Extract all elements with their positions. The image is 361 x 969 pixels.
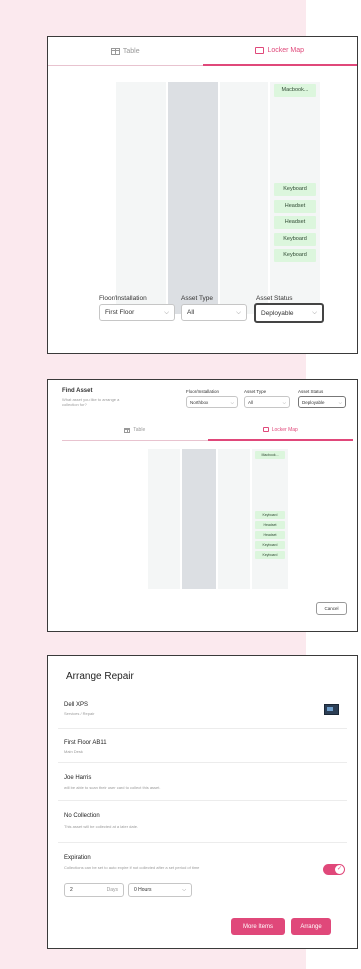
tab-label: Locker Map <box>271 426 298 433</box>
recipient-row: Joe Harris will be able to scan their us… <box>58 762 347 801</box>
asset-type-select[interactable]: All ⌵ <box>181 304 247 321</box>
tab-table[interactable]: Table <box>48 37 203 65</box>
chevron-down-icon: ⌵ <box>338 399 342 405</box>
view-tabs: Table Locker Map <box>48 37 357 66</box>
recipient-detail: will be able to scan their user card to … <box>64 785 161 790</box>
locker-column-middle <box>168 82 218 314</box>
locker-grid: Macbook... Keyboard Headset Headset Keyboard… <box>116 82 320 314</box>
locker-map-card: Table Locker Map Macbook... Keyboard Heads… <box>47 36 358 354</box>
locker-asset-tag[interactable]: Keyboard <box>274 183 316 196</box>
tab-label: Locker Map <box>267 47 305 54</box>
hours-select[interactable]: 0 Hours ⌵ <box>128 883 192 897</box>
collection-detail: This asset will be collected at a later … <box>64 824 139 829</box>
days-input[interactable]: 2 Days <box>64 883 124 897</box>
tab-locker-map[interactable]: Locker Map <box>202 37 357 66</box>
table-icon <box>124 427 131 433</box>
locker-column-right <box>220 82 268 314</box>
chevron-down-icon: ⌵ <box>182 887 186 893</box>
locker-column-left <box>148 449 180 589</box>
tab-locker-map[interactable]: Locker Map <box>207 420 353 441</box>
more-items-label: More Items <box>242 923 273 930</box>
floor-select[interactable]: Northbox ⌵ <box>186 396 238 408</box>
locker-asset-tag[interactable]: Headset <box>274 216 316 229</box>
chevron-down-icon: ⌵ <box>230 399 234 405</box>
tab-label: Table <box>133 427 146 433</box>
asset-status-select[interactable]: Deployable ⌵ <box>298 396 346 408</box>
hours-value: 0 Hours <box>134 887 152 893</box>
asset-status-filter-label: Asset Status <box>256 295 293 302</box>
locker-asset-tag[interactable]: Macbook... <box>274 84 316 97</box>
arrange-button[interactable]: Arrange <box>291 918 331 935</box>
floor-filter-label: Floor/Installation <box>99 295 147 302</box>
find-asset-card: Find Asset What asset you like to arrang… <box>47 379 358 632</box>
locker-column-middle <box>182 449 216 589</box>
tab-table[interactable]: Table <box>62 420 208 440</box>
asset-type-select-value: All <box>248 399 254 405</box>
locker-asset-tag[interactable]: Headset <box>255 531 285 539</box>
asset-type-select-value: All <box>187 309 195 316</box>
expiration-title: Expiration <box>64 855 91 861</box>
asset-status-filter-label: Asset Status <box>298 389 324 394</box>
asset-category: Services / Repair <box>64 711 95 716</box>
locker-map-icon <box>262 427 269 432</box>
asset-type-select[interactable]: All ⌵ <box>244 396 290 408</box>
locker-grid: Macbook... Keyboard Headset Headset Keyboard… <box>148 449 288 589</box>
laptop-thumbnail <box>324 704 339 715</box>
locker-map-icon <box>255 47 265 54</box>
collection-title: No Collection <box>64 813 100 819</box>
cancel-button-label: Cancel <box>324 606 339 611</box>
location-detail: Main Desk <box>64 749 83 754</box>
asset-row: Dell XPS Services / Repair <box>58 692 347 729</box>
asset-type-filter-label: Asset Type <box>181 295 214 302</box>
chevron-down-icon: ⌵ <box>164 308 169 316</box>
arrange-repair-card: Arrange Repair Dell XPS Services / Repai… <box>47 655 358 949</box>
table-icon <box>110 47 120 55</box>
asset-status-select[interactable]: Deployable ⌵ <box>254 303 324 323</box>
locker-asset-tag[interactable]: Keyboard <box>255 551 285 559</box>
locker-asset-tag[interactable]: Keyboard <box>274 232 316 246</box>
locker-asset-tag[interactable]: Keyboard <box>274 249 316 262</box>
arrange-repair-title: Arrange Repair <box>66 671 134 682</box>
asset-status-select-value: Deployable <box>302 399 325 405</box>
expiration-toggle[interactable]: ✓ <box>323 864 345 875</box>
find-asset-title: Find Asset <box>62 388 93 394</box>
floor-select-value: First Floor <box>105 309 135 316</box>
location-name: First Floor AB11 <box>64 740 107 746</box>
floor-select[interactable]: First Floor ⌵ <box>99 304 175 321</box>
locker-column-tags: Macbook... Keyboard Headset Headset Keyboard… <box>252 449 288 589</box>
chevron-down-icon: ⌵ <box>312 309 317 316</box>
floor-filter-label: Floor/Installation <box>186 389 220 394</box>
check-icon: ✓ <box>335 865 344 874</box>
expiration-detail: Collections can be set to auto expire if… <box>64 865 200 870</box>
recipient-name: Joe Harris <box>64 775 92 781</box>
locker-asset-tag[interactable]: Macbook... <box>255 451 285 459</box>
days-unit: Days <box>106 887 118 893</box>
cancel-button[interactable]: Cancel <box>316 602 347 615</box>
asset-status-select-value: Deployable <box>261 309 294 317</box>
locker-column-right <box>218 449 250 589</box>
view-tabs: Table Locker Map <box>62 420 353 441</box>
more-items-button[interactable]: More Items <box>231 918 285 935</box>
locker-asset-tag[interactable]: Headset <box>274 199 316 213</box>
asset-type-filter-label: Asset Type <box>244 389 267 394</box>
location-row: First Floor AB11 Main Desk <box>58 728 347 763</box>
locker-asset-tag[interactable]: Keyboard <box>255 511 285 519</box>
locker-asset-tag[interactable]: Keyboard <box>255 541 285 549</box>
asset-name: Dell XPS <box>64 702 89 708</box>
find-asset-subtitle: What asset you like to arrange a collect… <box>62 397 120 407</box>
days-value: 2 <box>70 887 73 893</box>
locker-column-tags: Macbook... Keyboard Headset Headset Keyboard… <box>270 82 320 314</box>
chevron-down-icon: ⌵ <box>236 308 241 316</box>
chevron-down-icon: ⌵ <box>282 399 286 405</box>
tab-label: Table <box>122 47 140 55</box>
collection-row: No Collection This asset will be collect… <box>58 800 347 843</box>
floor-select-value: Northbox <box>190 399 209 405</box>
locker-column-left <box>116 82 166 314</box>
arrange-label: Arrange <box>300 923 322 930</box>
locker-asset-tag[interactable]: Headset <box>255 521 285 529</box>
